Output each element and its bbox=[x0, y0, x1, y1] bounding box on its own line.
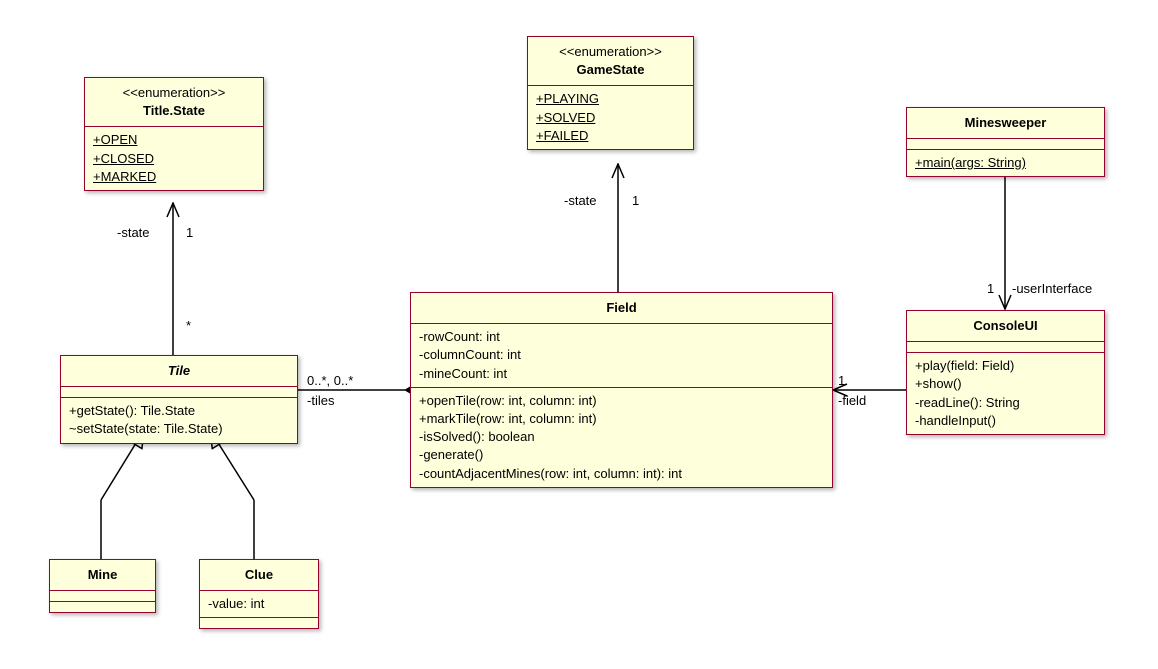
attribute: -rowCount: int bbox=[419, 328, 824, 346]
multiplicity-label: * bbox=[186, 318, 191, 333]
operation: -readLine(): String bbox=[915, 394, 1096, 412]
operation: +main(args: String) bbox=[915, 154, 1096, 172]
literals: +PLAYING +SOLVED +FAILED bbox=[528, 85, 693, 149]
class-name: Title.State bbox=[93, 102, 255, 120]
class-minesweeper: Minesweeper +main(args: String) bbox=[906, 107, 1105, 177]
class-header: Mine bbox=[50, 560, 155, 590]
attribute: -columnCount: int bbox=[419, 346, 824, 364]
attributes: -rowCount: int -columnCount: int -mineCo… bbox=[411, 323, 832, 387]
class-header: <<enumeration>> Title.State bbox=[85, 78, 263, 126]
operations: +openTile(row: int, column: int) +markTi… bbox=[411, 387, 832, 487]
class-name: GameState bbox=[536, 61, 685, 79]
attributes-empty bbox=[50, 590, 155, 601]
attribute: -mineCount: int bbox=[419, 365, 824, 383]
multiplicity-label: 1 bbox=[186, 225, 193, 240]
literal: +CLOSED bbox=[93, 150, 255, 168]
class-name: ConsoleUI bbox=[915, 317, 1096, 335]
operation: ~setState(state: Tile.State) bbox=[69, 420, 289, 438]
class-field: Field -rowCount: int -columnCount: int -… bbox=[410, 292, 833, 488]
literal: +FAILED bbox=[536, 127, 685, 145]
literal: +MARKED bbox=[93, 168, 255, 186]
role-label-state: -state bbox=[117, 225, 150, 240]
class-name: Field bbox=[419, 299, 824, 317]
operation: -countAdjacentMines(row: int, column: in… bbox=[419, 465, 824, 483]
attributes-empty bbox=[907, 138, 1104, 149]
class-name: Mine bbox=[58, 566, 147, 584]
operation: +openTile(row: int, column: int) bbox=[419, 392, 824, 410]
operation: +play(field: Field) bbox=[915, 357, 1096, 375]
role-label-state: -state bbox=[564, 193, 597, 208]
multiplicity-label: 1 bbox=[838, 373, 845, 388]
class-header: Tile bbox=[61, 356, 297, 386]
operations: +getState(): Tile.State ~setState(state:… bbox=[61, 397, 297, 442]
role-label-field: -field bbox=[838, 393, 866, 408]
operations-empty bbox=[50, 601, 155, 612]
literal: +OPEN bbox=[93, 131, 255, 149]
class-consoleui: ConsoleUI +play(field: Field) +show() -r… bbox=[906, 310, 1105, 435]
operation: +show() bbox=[915, 375, 1096, 393]
class-header: Field bbox=[411, 293, 832, 323]
class-name: Tile bbox=[69, 362, 289, 380]
operation: -generate() bbox=[419, 446, 824, 464]
operations-empty bbox=[200, 617, 318, 628]
attributes-empty bbox=[907, 341, 1104, 352]
class-header: Minesweeper bbox=[907, 108, 1104, 138]
class-name: Clue bbox=[208, 566, 310, 584]
literals: +OPEN +CLOSED +MARKED bbox=[85, 126, 263, 190]
class-header: ConsoleUI bbox=[907, 311, 1104, 341]
literal: +PLAYING bbox=[536, 90, 685, 108]
class-header: Clue bbox=[200, 560, 318, 590]
attribute: -value: int bbox=[208, 595, 310, 613]
multiplicity-label: 1 bbox=[987, 281, 994, 296]
operation: +markTile(row: int, column: int) bbox=[419, 410, 824, 428]
class-gamestate: <<enumeration>> GameState +PLAYING +SOLV… bbox=[527, 36, 694, 150]
multiplicity-label: 1 bbox=[632, 193, 639, 208]
attributes-empty bbox=[61, 386, 297, 397]
operations: +main(args: String) bbox=[907, 149, 1104, 176]
class-tile: Tile +getState(): Tile.State ~setState(s… bbox=[60, 355, 298, 444]
role-label-tiles: -tiles bbox=[307, 393, 334, 408]
class-title-state: <<enumeration>> Title.State +OPEN +CLOSE… bbox=[84, 77, 264, 191]
multiplicity-label: 0..*, 0..* bbox=[307, 373, 353, 388]
literal: +SOLVED bbox=[536, 109, 685, 127]
role-label-userinterface: -userInterface bbox=[1012, 281, 1092, 296]
attributes: -value: int bbox=[200, 590, 318, 617]
operation: -handleInput() bbox=[915, 412, 1096, 430]
stereotype: <<enumeration>> bbox=[93, 84, 255, 102]
class-mine: Mine bbox=[49, 559, 156, 613]
operation: +getState(): Tile.State bbox=[69, 402, 289, 420]
operations: +play(field: Field) +show() -readLine():… bbox=[907, 352, 1104, 434]
operation: -isSolved(): boolean bbox=[419, 428, 824, 446]
class-header: <<enumeration>> GameState bbox=[528, 37, 693, 85]
class-clue: Clue -value: int bbox=[199, 559, 319, 629]
stereotype: <<enumeration>> bbox=[536, 43, 685, 61]
class-name: Minesweeper bbox=[915, 114, 1096, 132]
